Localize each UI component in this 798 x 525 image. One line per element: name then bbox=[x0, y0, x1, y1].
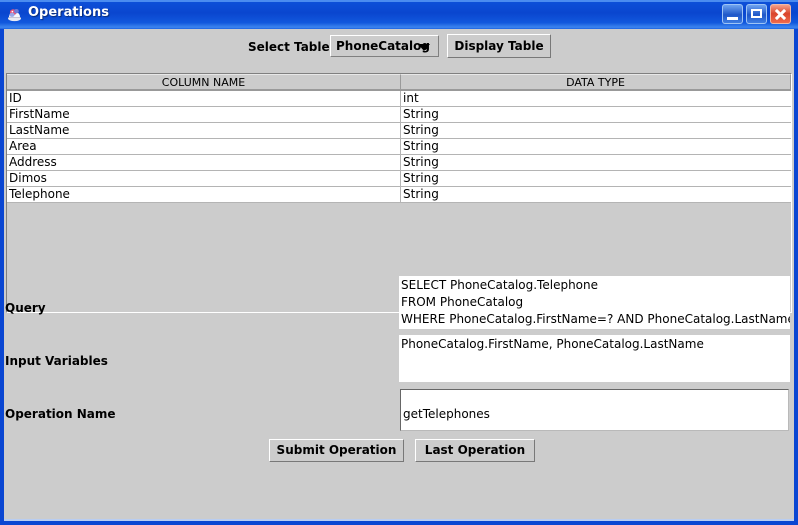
operations-window: Operations Select Table PhoneCatalog Dis… bbox=[0, 0, 798, 525]
text-line: SELECT PhoneCatalog.Telephone bbox=[401, 278, 599, 292]
cell-column-name[interactable]: Address bbox=[7, 155, 401, 170]
table-header-column-name[interactable]: COLUMN NAME bbox=[7, 74, 401, 90]
table-body: ID int FirstName String LastName String Area St… bbox=[7, 91, 791, 203]
operation-name-value: getTelephones bbox=[403, 407, 490, 421]
maximize-icon bbox=[751, 9, 762, 18]
cell-data-type[interactable]: String bbox=[401, 107, 791, 122]
cell-data-type[interactable]: String bbox=[401, 139, 791, 154]
cell-data-type[interactable]: String bbox=[401, 123, 791, 138]
table-header-data-type[interactable]: DATA TYPE bbox=[401, 74, 791, 90]
cell-column-name[interactable]: Telephone bbox=[7, 187, 401, 202]
last-operation-button[interactable]: Last Operation bbox=[415, 439, 535, 462]
window-titlebar[interactable]: Operations bbox=[0, 0, 798, 29]
cell-column-name[interactable]: FirstName bbox=[7, 107, 401, 122]
table-row[interactable]: Dimos String bbox=[7, 171, 791, 187]
select-table-selected-value: PhoneCatalog bbox=[336, 39, 430, 53]
input-variables-label: Input Variables bbox=[5, 354, 108, 368]
table-header-row: COLUMN NAME DATA TYPE bbox=[7, 74, 791, 91]
close-button[interactable] bbox=[770, 4, 791, 24]
cell-data-type[interactable]: String bbox=[401, 155, 791, 170]
operation-name-input[interactable]: getTelephones bbox=[400, 389, 789, 431]
table-row[interactable]: Area String bbox=[7, 139, 791, 155]
cell-data-type[interactable]: int bbox=[401, 91, 791, 106]
cell-data-type[interactable]: String bbox=[401, 171, 791, 186]
cell-column-name[interactable]: Area bbox=[7, 139, 401, 154]
chevron-down-icon bbox=[418, 44, 430, 51]
table-row[interactable]: LastName String bbox=[7, 123, 791, 139]
titlebar-highlight bbox=[0, 0, 798, 2]
text-line: FROM PhoneCatalog bbox=[401, 295, 524, 309]
table-row[interactable]: Telephone String bbox=[7, 187, 791, 203]
minimize-button[interactable] bbox=[722, 4, 743, 24]
window-title: Operations bbox=[28, 5, 109, 20]
cell-column-name[interactable]: ID bbox=[7, 91, 401, 106]
table-row[interactable]: Address String bbox=[7, 155, 791, 171]
minimize-icon bbox=[727, 17, 738, 20]
window-client-area: Select Table PhoneCatalog Display Table … bbox=[4, 29, 794, 521]
query-textarea[interactable]: SELECT PhoneCatalog.Telephone FROM PhoneC… bbox=[399, 276, 790, 329]
cell-column-name[interactable]: Dimos bbox=[7, 171, 401, 186]
client-bottom-edge bbox=[4, 519, 794, 521]
submit-operation-button[interactable]: Submit Operation bbox=[269, 439, 404, 462]
select-table-label: Select Table bbox=[248, 40, 330, 54]
table-row[interactable]: FirstName String bbox=[7, 107, 791, 123]
table-row[interactable]: ID int bbox=[7, 91, 791, 107]
toolbar: Select Table PhoneCatalog Display Table bbox=[4, 29, 794, 65]
text-line: PhoneCatalog.FirstName, PhoneCatalog.Las… bbox=[401, 337, 704, 351]
query-label: Query bbox=[5, 301, 46, 315]
select-table-dropdown[interactable]: PhoneCatalog bbox=[330, 35, 439, 57]
display-table-button[interactable]: Display Table bbox=[447, 34, 551, 58]
operation-name-label: Operation Name bbox=[5, 407, 116, 421]
input-variables-textarea[interactable]: PhoneCatalog.FirstName, PhoneCatalog.Las… bbox=[399, 335, 790, 382]
cell-data-type[interactable]: String bbox=[401, 187, 791, 202]
maximize-button[interactable] bbox=[746, 4, 767, 24]
java-duke-icon bbox=[8, 9, 21, 22]
text-line: WHERE PhoneCatalog.FirstName=? AND Phone… bbox=[401, 312, 790, 326]
cell-column-name[interactable]: LastName bbox=[7, 123, 401, 138]
